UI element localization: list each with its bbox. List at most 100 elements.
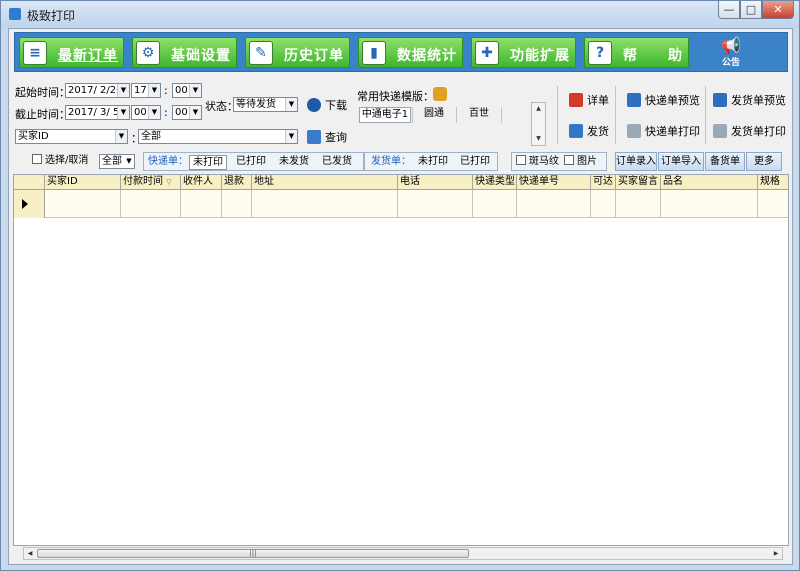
column-header[interactable]: 买家留言 [616,175,661,190]
start-minute-select[interactable]: 00 ▼ [172,83,202,98]
column-header[interactable]: 付款时间 ▽ [121,175,181,190]
detail-icon [569,93,583,107]
end-minute-select[interactable]: 00 ▼ [172,105,202,120]
table-cell[interactable] [616,190,661,218]
column-header[interactable]: 收件人 [181,175,222,190]
table-cell[interactable] [473,190,517,218]
app-window: 极致打印 — □ ✕ ≡ 最新订单 ⚙ 基础设置 ✎ 历史订单 ▮ 数据统计 ✚… [0,0,800,571]
checkbox[interactable] [516,155,526,165]
template-tab-best[interactable]: 百世 [459,107,499,123]
template-tab-zto[interactable]: 中通电子1 [359,107,411,123]
order-entry-button[interactable]: 订单录入 [615,152,657,171]
express-shipped[interactable]: 已发货 [320,155,354,170]
zebra-toggle[interactable]: 斑马纹 [516,155,559,170]
nav-label: 基础设置 [171,48,231,64]
column-header[interactable]: 规格 [758,175,788,190]
bar-chart-icon: ▮ [362,41,386,65]
scroll-up-icon[interactable]: ▲ [532,103,545,115]
extension-icon: ✚ [475,41,499,65]
table-cell[interactable] [181,190,222,218]
invoice-preview-button[interactable]: 发货单预览 [713,92,786,108]
close-button[interactable]: ✕ [762,1,794,19]
title-bar[interactable]: 极致打印 — □ ✕ [1,1,799,27]
detail-button[interactable]: 详单 [569,92,609,108]
checkbox[interactable] [564,155,574,165]
start-minute-value: 00 [175,85,188,96]
table-cell[interactable] [398,190,473,218]
table-cell[interactable] [45,190,121,218]
tab-divider [412,107,413,123]
scroll-left-icon[interactable]: ◀ [24,548,36,559]
start-time-label: 起始时间： [15,86,70,99]
end-date-value: 2017/ 3/ 5 [68,107,120,118]
horizontal-scrollbar[interactable]: ◀ ||| ▶ [23,547,783,560]
column-header[interactable]: 可达 [591,175,616,190]
table-cell[interactable] [517,190,591,218]
row-selector[interactable] [14,190,45,218]
minimize-button[interactable]: — [718,1,740,19]
invoice-unprinted[interactable]: 未打印 [415,155,451,170]
more-button[interactable]: 更多 [746,152,782,171]
query-button[interactable]: 查询 [307,129,347,145]
checkbox[interactable] [32,154,42,164]
invoice-printed[interactable]: 已打印 [457,155,493,170]
express-unshipped[interactable]: 未发货 [277,155,311,170]
column-header[interactable]: 品名 [661,175,758,190]
scroll-thumb[interactable]: ||| [37,549,469,558]
image-toggle[interactable]: 图片 [564,155,597,170]
status-select[interactable]: 等待发货 ▼ [233,97,298,112]
table-cell[interactable] [591,190,616,218]
column-header[interactable]: 买家ID [45,175,121,190]
order-import-button[interactable]: 订单导入 [658,152,704,171]
column-header[interactable]: 退款 [222,175,252,190]
express-preview-button[interactable]: 快递单预览 [627,92,700,108]
column-header[interactable]: 电话 [398,175,473,190]
download-button[interactable]: 下载 [307,97,347,113]
select-all-toggle[interactable]: 选择/取消 [32,154,88,169]
chevron-down-icon: ▼ [117,84,129,97]
express-printed[interactable]: 已打印 [234,155,268,170]
search-field-value: 买家ID [18,131,49,142]
nav-statistics[interactable]: ▮ 数据统计 [358,37,463,68]
table-cell[interactable] [661,190,758,218]
column-header[interactable]: 快递单号 [517,175,591,190]
nav-label: 历史订单 [284,48,344,64]
nav-basic-settings[interactable]: ⚙ 基础设置 [132,37,237,68]
invoice-print-button[interactable]: 发货单打印 [713,123,786,139]
chevron-down-icon: ▼ [285,98,297,111]
scroll-down-icon[interactable]: ▼ [532,133,545,145]
nav-latest-orders[interactable]: ≡ 最新订单 [19,37,124,68]
search-field-select[interactable]: 买家ID ▼ [15,129,128,144]
nav-extensions[interactable]: ✚ 功能扩展 [471,37,576,68]
ship-button[interactable]: 发货 [569,123,609,139]
maximize-button[interactable]: □ [740,1,762,19]
column-header[interactable]: 快递类型 [473,175,517,190]
template-scrollbar[interactable]: ▲ ▼ [531,102,546,146]
table-cell[interactable] [121,190,181,218]
start-hour-select[interactable]: 17 ▼ [131,83,161,98]
search-icon [307,130,321,144]
column-header[interactable]: 地址 [252,175,398,190]
stock-list-button[interactable]: 备货单 [705,152,745,171]
invoice-preview-label: 发货单预览 [731,94,786,107]
table-cell[interactable] [252,190,398,218]
notice-button[interactable]: 📢 公告 [715,37,747,69]
express-print-button[interactable]: 快递单打印 [627,123,700,139]
image-label: 图片 [577,156,597,167]
search-value-select[interactable]: 全部 ▼ [138,129,298,144]
start-date-picker[interactable]: 2017/ 2/26 ▼ [65,83,130,98]
template-tab-yto[interactable]: 圆通 [414,107,454,123]
table-row[interactable] [14,190,788,218]
express-unprinted[interactable]: 未打印 [189,155,227,170]
table-cell[interactable] [222,190,252,218]
all-filter-select[interactable]: 全部 ▼ [99,154,135,169]
nav-help[interactable]: ? 帮 助 [584,37,689,68]
nav-history-orders[interactable]: ✎ 历史订单 [245,37,350,68]
end-hour-select[interactable]: 00 ▼ [131,105,161,120]
edit-template-icon[interactable] [433,87,447,101]
invoice-print-label: 发货单打印 [731,125,786,138]
query-label: 查询 [325,131,347,144]
end-date-picker[interactable]: 2017/ 3/ 5 ▼ [65,105,130,120]
order-list-icon: ≡ [23,41,47,65]
scroll-right-icon[interactable]: ▶ [770,548,782,559]
